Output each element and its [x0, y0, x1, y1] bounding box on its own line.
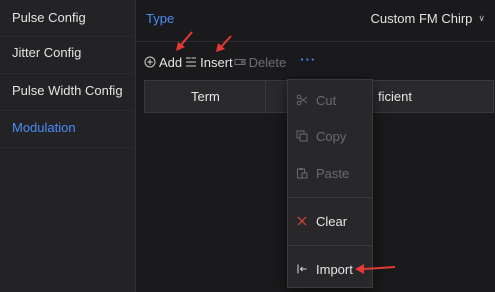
divider	[136, 41, 495, 42]
menu-item-paste[interactable]: Paste	[288, 160, 372, 186]
divider	[0, 73, 135, 74]
type-select-value: Custom FM Chirp	[370, 11, 473, 26]
menu-divider	[288, 245, 372, 246]
divider	[0, 36, 135, 37]
menu-item-import[interactable]: Import	[288, 256, 372, 282]
add-button-label: Add	[159, 54, 183, 70]
menu-item-copy[interactable]: Copy	[288, 123, 372, 149]
close-icon	[297, 216, 307, 226]
divider	[0, 110, 135, 111]
menu-item-import-label: Import	[316, 261, 353, 277]
type-select[interactable]: Custom FM Chirp ∨	[371, 11, 485, 26]
toolbar: Add Insert Delete ···	[144, 52, 316, 71]
menu-item-clear[interactable]: Clear	[288, 208, 372, 234]
import-icon	[297, 264, 307, 274]
menu-item-clear-label: Clear	[316, 213, 348, 229]
insert-button[interactable]: Insert	[185, 55, 233, 70]
sidebar-item-jitter-config[interactable]: Jitter Config	[12, 45, 81, 60]
sidebar-item-modulation[interactable]: Modulation	[12, 120, 76, 135]
insert-row-icon	[186, 57, 197, 67]
menu-item-copy-label: Copy	[316, 128, 347, 144]
menu-item-cut-label: Cut	[316, 92, 337, 108]
delete-row-icon	[234, 59, 246, 65]
sidebar-item-pulse-width-config[interactable]: Pulse Width Config	[12, 83, 123, 98]
column-header-coefficient[interactable]: ficient	[378, 81, 412, 112]
menu-item-paste-label: Paste	[316, 165, 350, 181]
column-divider	[265, 81, 266, 112]
chevron-down-icon: ∨	[478, 13, 485, 23]
sidebar: Pulse Config Jitter Config Pulse Width C…	[0, 0, 136, 292]
add-button[interactable]: Add	[144, 55, 182, 70]
type-label: Type	[146, 11, 175, 26]
menu-divider	[288, 197, 372, 198]
paste-icon	[297, 168, 308, 179]
scissors-icon	[296, 94, 308, 106]
divider	[0, 147, 135, 148]
menu-item-cut[interactable]: Cut	[288, 87, 372, 113]
column-header-term[interactable]: Term	[191, 81, 220, 112]
more-options-button[interactable]: ···	[300, 52, 316, 67]
add-circle-icon	[144, 56, 156, 68]
copy-icon	[296, 130, 308, 142]
insert-button-label: Insert	[200, 54, 233, 70]
delete-button-label: Delete	[248, 54, 287, 70]
context-menu: Cut Copy Paste Clear Import	[287, 79, 373, 288]
sidebar-item-pulse-config[interactable]: Pulse Config	[12, 10, 86, 25]
delete-button[interactable]: Delete	[234, 54, 287, 70]
